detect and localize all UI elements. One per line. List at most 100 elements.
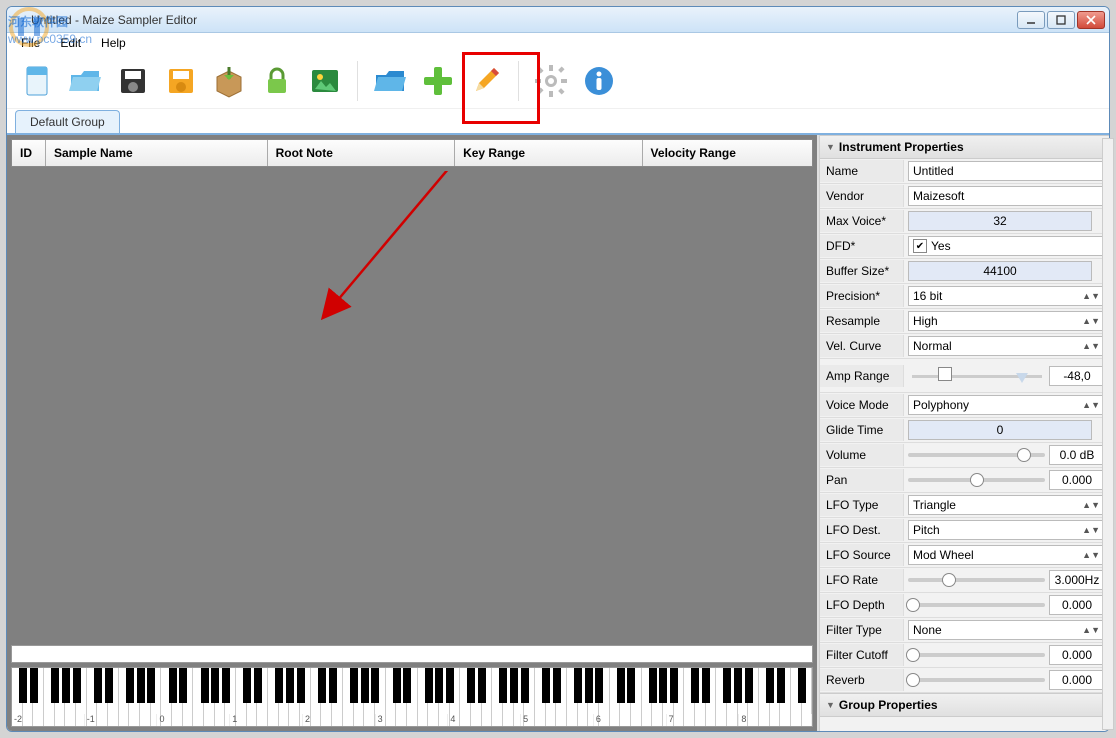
col-velocity-range[interactable]: Velocity Range [643,140,812,166]
vendor-input[interactable] [908,186,1105,206]
black-key[interactable] [361,668,369,703]
sample-list-empty[interactable] [7,171,817,645]
volume-value[interactable]: 0.0 dB [1049,445,1105,465]
black-key[interactable] [350,668,358,703]
col-root-note[interactable]: Root Note [268,140,455,166]
buffer-size-input[interactable]: 44100 [908,261,1092,281]
black-key[interactable] [393,668,401,703]
dfd-checkbox[interactable]: ✔Yes [908,236,1105,256]
vel-curve-select[interactable]: Normal▲▼ [908,336,1105,356]
black-key[interactable] [510,668,518,703]
black-key[interactable] [798,668,806,703]
black-key[interactable] [19,668,27,703]
max-voice-input[interactable]: 32 [908,211,1092,231]
edit-pencil-button[interactable] [466,61,506,101]
black-key[interactable] [499,668,507,703]
black-key[interactable] [126,668,134,703]
black-key[interactable] [467,668,475,703]
horizontal-scrollbar[interactable] [11,645,813,663]
black-key[interactable] [105,668,113,703]
black-key[interactable] [446,668,454,703]
black-key[interactable] [627,668,635,703]
black-key[interactable] [371,668,379,703]
amp-range-value[interactable]: -48,0 [1049,366,1105,386]
black-key[interactable] [73,668,81,703]
black-key[interactable] [659,668,667,703]
lfo-depth-value[interactable]: 0.000 [1049,595,1105,615]
close-button[interactable] [1077,11,1105,29]
black-key[interactable] [147,668,155,703]
black-key[interactable] [542,668,550,703]
black-key[interactable] [62,668,70,703]
lfo-type-select[interactable]: Triangle▲▼ [908,495,1105,515]
black-key[interactable] [617,668,625,703]
black-key[interactable] [201,668,209,703]
save-button[interactable] [113,61,153,101]
black-key[interactable] [425,668,433,703]
black-key[interactable] [691,668,699,703]
picture-button[interactable] [305,61,345,101]
col-sample-name[interactable]: Sample Name [46,140,268,166]
lfo-depth-slider[interactable] [908,603,1045,607]
black-key[interactable] [286,668,294,703]
import-button[interactable] [209,61,249,101]
black-key[interactable] [521,668,529,703]
black-key[interactable] [30,668,38,703]
lfo-dest-select[interactable]: Pitch▲▼ [908,520,1105,540]
black-key[interactable] [670,668,678,703]
filter-type-select[interactable]: None▲▼ [908,620,1105,640]
black-key[interactable] [211,668,219,703]
resample-select[interactable]: High▲▼ [908,311,1105,331]
black-key[interactable] [222,668,230,703]
minimize-button[interactable] [1017,11,1045,29]
reverb-value[interactable]: 0.000 [1049,670,1105,690]
save-as-button[interactable] [161,61,201,101]
black-key[interactable] [595,668,603,703]
black-key[interactable] [478,668,486,703]
black-key[interactable] [766,668,774,703]
black-key[interactable] [723,668,731,703]
section-instrument-properties[interactable]: ▼Instrument Properties [820,135,1109,159]
menu-edit[interactable]: Edit [52,34,89,52]
glide-time-input[interactable]: 0 [908,420,1092,440]
menu-help[interactable]: Help [93,34,134,52]
voice-mode-select[interactable]: Polyphony▲▼ [908,395,1105,415]
black-key[interactable] [137,668,145,703]
lfo-source-select[interactable]: Mod Wheel▲▼ [908,545,1105,565]
black-key[interactable] [553,668,561,703]
name-input[interactable] [908,161,1105,181]
piano-keyboard[interactable]: -2-1012345678 [11,667,813,727]
black-key[interactable] [435,668,443,703]
black-key[interactable] [51,668,59,703]
black-key[interactable] [403,668,411,703]
black-key[interactable] [94,668,102,703]
black-key[interactable] [275,668,283,703]
properties-scrollbar[interactable] [1102,138,1114,730]
black-key[interactable] [243,668,251,703]
black-key[interactable] [777,668,785,703]
black-key[interactable] [574,668,582,703]
lfo-rate-slider[interactable] [908,578,1045,582]
col-id[interactable]: ID [12,140,46,166]
pan-value[interactable]: 0.000 [1049,470,1105,490]
section-group-properties[interactable]: ▼Group Properties [820,693,1109,717]
black-key[interactable] [254,668,262,703]
folder-button[interactable] [370,61,410,101]
volume-slider[interactable] [908,453,1045,457]
black-key[interactable] [329,668,337,703]
tab-default-group[interactable]: Default Group [15,110,120,133]
filter-cutoff-value[interactable]: 0.000 [1049,645,1105,665]
black-key[interactable] [745,668,753,703]
lfo-rate-value[interactable]: 3.000Hz [1049,570,1105,590]
black-key[interactable] [179,668,187,703]
col-key-range[interactable]: Key Range [455,140,642,166]
settings-button[interactable] [531,61,571,101]
info-button[interactable] [579,61,619,101]
black-key[interactable] [297,668,305,703]
reverb-slider[interactable] [908,678,1045,682]
pan-slider[interactable] [908,478,1045,482]
filter-cutoff-slider[interactable] [908,653,1045,657]
black-key[interactable] [585,668,593,703]
black-key[interactable] [702,668,710,703]
lock-button[interactable] [257,61,297,101]
